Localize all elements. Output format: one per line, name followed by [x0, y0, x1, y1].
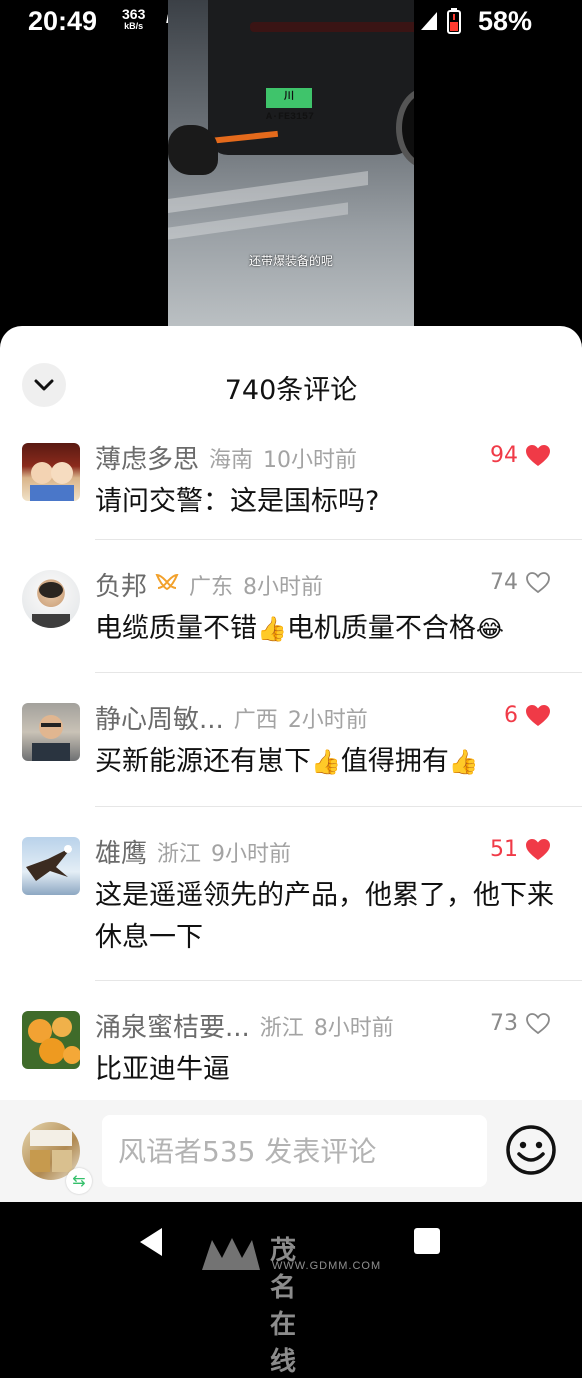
- video-subtitle: 还带爆装备的呢: [248, 254, 333, 268]
- comment-author[interactable]: 涌泉蜜桔要...: [95, 1007, 250, 1044]
- comment-text: 这是遥遥领先的产品，他累了，他下来休息一下: [95, 880, 554, 953]
- watermark-text: 茂名在线: [270, 1235, 299, 1376]
- like-button[interactable]: 73: [490, 1011, 550, 1036]
- like-count: 94: [490, 443, 518, 468]
- comment-time: 2小时前: [287, 707, 368, 733]
- thumbs-up-emoji: 👍: [311, 748, 341, 776]
- comment-text: 请问交警：这是国标吗?: [95, 486, 380, 517]
- signal-icon: [421, 12, 437, 30]
- comment-text-continued: 值得拥有: [340, 746, 449, 777]
- divider: [95, 806, 582, 807]
- comment-text: 比亚迪牛逼: [95, 1054, 230, 1085]
- network-speed: 363 kB/s: [122, 6, 146, 31]
- home-icon[interactable]: [414, 1228, 440, 1254]
- comment-time: 8小时前: [313, 1015, 394, 1041]
- heart-filled-icon: [526, 838, 550, 860]
- emoji-button[interactable]: [505, 1124, 557, 1176]
- license-plate: 川A·FE3157: [266, 88, 314, 123]
- comment-time: 8小时前: [243, 574, 324, 600]
- like-button[interactable]: 6: [504, 703, 550, 728]
- comment-time: 10小时前: [263, 447, 358, 473]
- heart-outline-icon: [526, 571, 550, 593]
- divider: [95, 980, 582, 981]
- comment-author[interactable]: 负邦: [95, 566, 147, 603]
- like-button[interactable]: 51: [490, 837, 550, 862]
- comment-input[interactable]: [102, 1115, 487, 1187]
- back-icon[interactable]: [136, 1226, 166, 1258]
- battery-percent: 58%: [478, 6, 533, 36]
- video-player[interactable]: 川A·FE3157 还带爆装备的呢: [168, 0, 414, 330]
- fan-badge-icon: [155, 572, 179, 597]
- laugh-cry-emoji: 😂: [475, 615, 504, 643]
- comments-sheet: 740条评论 薄虑多思 海南 10小时前 94 请问交警：这是国标吗? 负邦 广…: [0, 326, 582, 1202]
- avatar[interactable]: [22, 1011, 80, 1069]
- comment-author[interactable]: 薄虑多思: [95, 439, 199, 476]
- like-button[interactable]: 94: [490, 443, 550, 468]
- comment-location: 广西: [233, 707, 278, 733]
- comment-author[interactable]: 雄鹰: [95, 833, 147, 870]
- divider: [95, 539, 582, 540]
- avatar[interactable]: [22, 443, 80, 501]
- heart-outline-icon: [526, 1012, 550, 1034]
- avatar[interactable]: [22, 570, 80, 628]
- thumbs-up-emoji: 👍: [257, 615, 287, 643]
- comment-text-continued: 电机质量不合格: [286, 613, 476, 644]
- heart-filled-icon: [526, 444, 550, 466]
- comment-author[interactable]: 静心周敏...: [95, 699, 224, 736]
- comment-location: 浙江: [157, 841, 202, 867]
- battery-icon: [447, 8, 461, 34]
- switch-account-icon[interactable]: ⇆: [66, 1168, 92, 1194]
- like-count: 74: [490, 570, 518, 595]
- comment-text: 电缆质量不错: [95, 613, 257, 644]
- divider: [95, 672, 582, 673]
- like-count: 73: [490, 1011, 518, 1036]
- comment-text: 买新能源还有崽下: [95, 746, 311, 777]
- heart-filled-icon: [526, 704, 550, 726]
- thumbs-up-emoji: 👍: [448, 748, 479, 776]
- avatar[interactable]: [22, 703, 80, 761]
- comment-time: 9小时前: [211, 841, 292, 867]
- comment-location: 浙江: [259, 1015, 304, 1041]
- car-image: 川A·FE3157: [208, 0, 414, 168]
- comment-count-title: 740条评论: [224, 375, 358, 406]
- navigation-bar: 茂名在线 WWW.GDMM.COM: [0, 1202, 582, 1376]
- comment-input-bar: ⇆: [0, 1100, 582, 1202]
- smiley-icon: [506, 1125, 556, 1175]
- watermark-url: WWW.GDMM.COM: [272, 1260, 382, 1272]
- like-button[interactable]: 74: [490, 570, 550, 595]
- avatar[interactable]: [22, 837, 80, 895]
- like-count: 51: [490, 837, 518, 862]
- comment-location: 海南: [209, 447, 254, 473]
- site-logo-icon: [202, 1238, 260, 1270]
- like-count: 6: [504, 703, 518, 728]
- comment-location: 广东: [189, 574, 234, 600]
- status-time: 20:49: [28, 6, 98, 36]
